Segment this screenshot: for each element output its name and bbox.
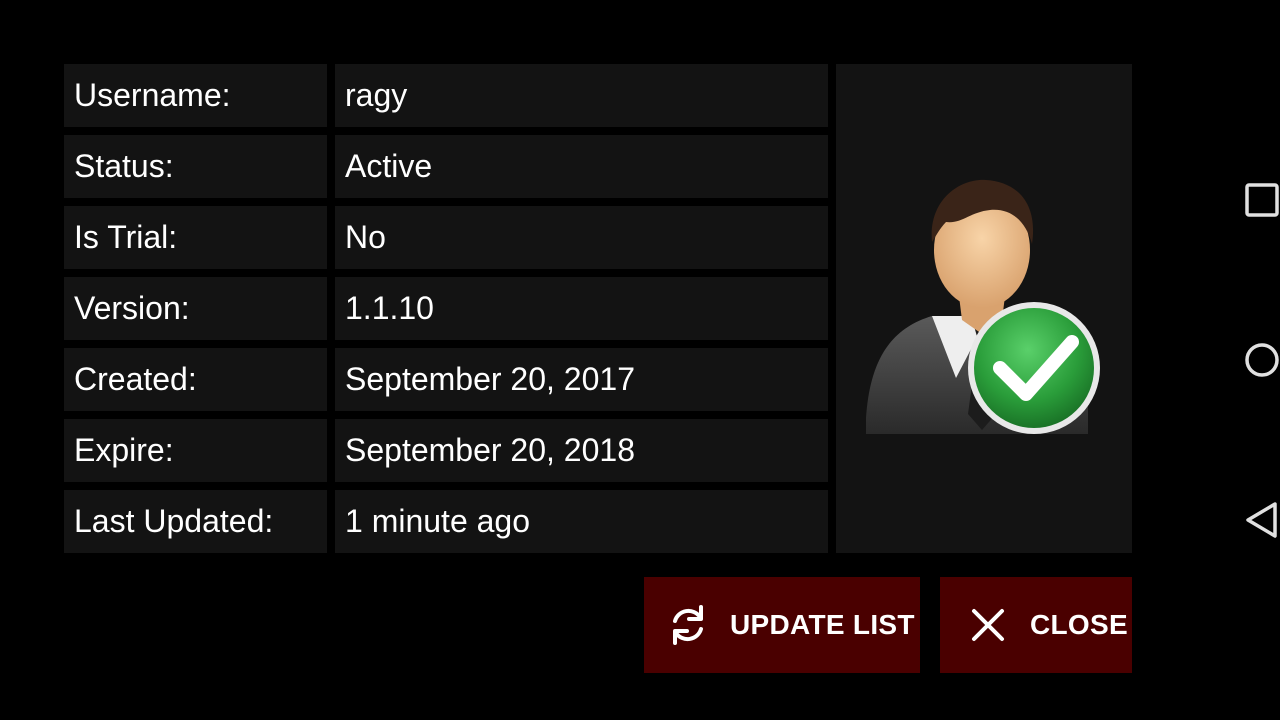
home-icon[interactable] <box>1242 340 1280 380</box>
is-trial-value: No <box>335 206 828 269</box>
status-value: Active <box>335 135 828 198</box>
close-label: CLOSE <box>1030 609 1128 640</box>
is-trial-label: Is Trial: <box>64 206 327 269</box>
update-list-button[interactable]: UPDATE LIST <box>644 577 920 673</box>
system-nav-bar <box>1152 0 1280 720</box>
version-value: 1.1.10 <box>335 277 828 340</box>
refresh-icon <box>673 605 703 645</box>
close-button[interactable]: CLOSE <box>940 577 1132 673</box>
update-list-label: UPDATE LIST <box>730 609 915 640</box>
last-updated-label: Last Updated: <box>64 490 327 553</box>
status-label: Status: <box>64 135 327 198</box>
verified-user-icon <box>866 179 1100 434</box>
created-value: September 20, 2017 <box>335 348 828 411</box>
back-icon[interactable] <box>1242 500 1280 540</box>
expire-label: Expire: <box>64 419 327 482</box>
username-value: ragy <box>335 64 828 127</box>
expire-value: September 20, 2018 <box>335 419 828 482</box>
last-updated-value: 1 minute ago <box>335 490 828 553</box>
recent-apps-icon[interactable] <box>1242 180 1280 220</box>
version-label: Version: <box>64 277 327 340</box>
created-label: Created: <box>64 348 327 411</box>
close-icon <box>972 609 1004 641</box>
avatar-panel <box>836 64 1132 553</box>
username-label: Username: <box>64 64 327 127</box>
account-info-screen: Username: ragy Status: Active Is Trial: … <box>0 0 1280 720</box>
